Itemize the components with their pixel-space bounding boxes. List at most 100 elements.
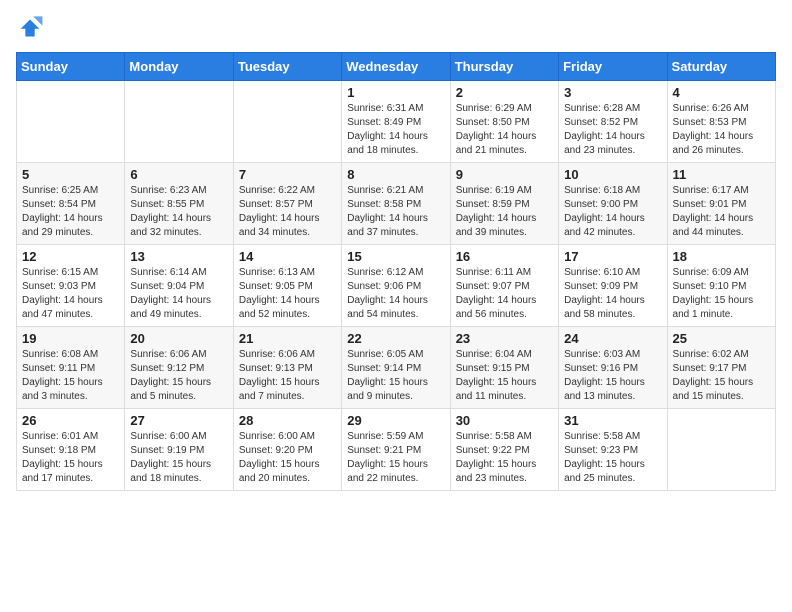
day-info: Sunrise: 5:58 AM Sunset: 9:23 PM Dayligh…	[564, 430, 661, 486]
day-number: 13	[130, 249, 227, 264]
day-number: 23	[456, 331, 553, 346]
day-info: Sunrise: 6:08 AM Sunset: 9:11 PM Dayligh…	[22, 348, 119, 404]
calendar-cell: 22Sunrise: 6:05 AM Sunset: 9:14 PM Dayli…	[342, 327, 450, 409]
day-info: Sunrise: 6:23 AM Sunset: 8:55 PM Dayligh…	[130, 184, 227, 240]
day-number: 20	[130, 331, 227, 346]
day-number: 31	[564, 413, 661, 428]
day-info: Sunrise: 6:14 AM Sunset: 9:04 PM Dayligh…	[130, 266, 227, 322]
day-info: Sunrise: 6:26 AM Sunset: 8:53 PM Dayligh…	[673, 102, 770, 158]
calendar-week-row: 19 Sunrise: 6:08 AM Sunset: 9:11 PM Dayli…	[17, 327, 776, 409]
calendar-week-row: 26 Sunrise: 6:01 AM Sunset: 9:18 PM Dayli…	[17, 409, 776, 491]
calendar-cell: 12 Sunrise: 6:15 AM Sunset: 9:03 PM Dayli…	[17, 245, 125, 327]
day-info: Sunrise: 6:06 AM Sunset: 9:13 PM Dayligh…	[239, 348, 336, 404]
day-info: Sunrise: 6:29 AM Sunset: 8:50 PM Dayligh…	[456, 102, 553, 158]
calendar-cell: 26 Sunrise: 6:01 AM Sunset: 9:18 PM Dayli…	[17, 409, 125, 491]
day-info: Sunrise: 6:02 AM Sunset: 9:17 PM Dayligh…	[673, 348, 770, 404]
day-number: 22	[347, 331, 444, 346]
calendar-cell: 18 Sunrise: 6:09 AM Sunset: 9:10 PM Dayli…	[667, 245, 775, 327]
calendar-cell: 20 Sunrise: 6:06 AM Sunset: 9:12 PM Dayli…	[125, 327, 233, 409]
calendar-cell	[17, 81, 125, 163]
day-header-tuesday: Tuesday	[233, 53, 341, 81]
day-number: 26	[22, 413, 119, 428]
day-info: Sunrise: 6:17 AM Sunset: 9:01 PM Dayligh…	[673, 184, 770, 240]
logo-icon	[16, 16, 44, 40]
calendar-cell: 4 Sunrise: 6:26 AM Sunset: 8:53 PM Daylig…	[667, 81, 775, 163]
calendar-cell: 30 Sunrise: 5:58 AM Sunset: 9:22 PM Dayli…	[450, 409, 558, 491]
day-number: 9	[456, 167, 553, 182]
calendar-week-row: 1 Sunrise: 6:31 AM Sunset: 8:49 PM Daylig…	[17, 81, 776, 163]
day-number: 28	[239, 413, 336, 428]
calendar-cell: 21 Sunrise: 6:06 AM Sunset: 9:13 PM Dayli…	[233, 327, 341, 409]
day-number: 15	[347, 249, 444, 264]
calendar-cell: 10 Sunrise: 6:18 AM Sunset: 9:00 PM Dayli…	[559, 163, 667, 245]
day-number: 8	[347, 167, 444, 182]
day-number: 18	[673, 249, 770, 264]
day-number: 14	[239, 249, 336, 264]
day-number: 7	[239, 167, 336, 182]
day-info: Sunrise: 6:13 AM Sunset: 9:05 PM Dayligh…	[239, 266, 336, 322]
day-info: Sunrise: 6:31 AM Sunset: 8:49 PM Dayligh…	[347, 102, 444, 158]
day-number: 11	[673, 167, 770, 182]
day-number: 19	[22, 331, 119, 346]
day-header-friday: Friday	[559, 53, 667, 81]
day-info: Sunrise: 5:58 AM Sunset: 9:22 PM Dayligh…	[456, 430, 553, 486]
day-number: 30	[456, 413, 553, 428]
calendar-cell: 25 Sunrise: 6:02 AM Sunset: 9:17 PM Dayli…	[667, 327, 775, 409]
calendar-cell: 9Sunrise: 6:19 AM Sunset: 8:59 PM Daylig…	[450, 163, 558, 245]
calendar-cell: 23Sunrise: 6:04 AM Sunset: 9:15 PM Dayli…	[450, 327, 558, 409]
day-number: 21	[239, 331, 336, 346]
day-info: Sunrise: 6:18 AM Sunset: 9:00 PM Dayligh…	[564, 184, 661, 240]
calendar-header-row: SundayMondayTuesdayWednesdayThursdayFrid…	[17, 53, 776, 81]
calendar-cell: 2Sunrise: 6:29 AM Sunset: 8:50 PM Daylig…	[450, 81, 558, 163]
day-number: 6	[130, 167, 227, 182]
day-number: 1	[347, 85, 444, 100]
calendar-cell: 1 Sunrise: 6:31 AM Sunset: 8:49 PM Daylig…	[342, 81, 450, 163]
day-header-wednesday: Wednesday	[342, 53, 450, 81]
day-number: 27	[130, 413, 227, 428]
calendar-cell	[667, 409, 775, 491]
day-number: 25	[673, 331, 770, 346]
page-header	[16, 16, 776, 40]
calendar-cell: 31 Sunrise: 5:58 AM Sunset: 9:23 PM Dayli…	[559, 409, 667, 491]
day-info: Sunrise: 6:03 AM Sunset: 9:16 PM Dayligh…	[564, 348, 661, 404]
day-info: Sunrise: 6:25 AM Sunset: 8:54 PM Dayligh…	[22, 184, 119, 240]
day-header-monday: Monday	[125, 53, 233, 81]
day-info: Sunrise: 6:10 AM Sunset: 9:09 PM Dayligh…	[564, 266, 661, 322]
calendar-cell	[233, 81, 341, 163]
calendar-cell: 28 Sunrise: 6:00 AM Sunset: 9:20 PM Dayli…	[233, 409, 341, 491]
calendar-cell: 8 Sunrise: 6:21 AM Sunset: 8:58 PM Daylig…	[342, 163, 450, 245]
calendar-table: SundayMondayTuesdayWednesdayThursdayFrid…	[16, 52, 776, 491]
calendar-cell: 29Sunrise: 5:59 AM Sunset: 9:21 PM Dayli…	[342, 409, 450, 491]
day-info: Sunrise: 6:09 AM Sunset: 9:10 PM Dayligh…	[673, 266, 770, 322]
day-info: Sunrise: 6:06 AM Sunset: 9:12 PM Dayligh…	[130, 348, 227, 404]
day-info: Sunrise: 6:00 AM Sunset: 9:20 PM Dayligh…	[239, 430, 336, 486]
calendar-cell: 14 Sunrise: 6:13 AM Sunset: 9:05 PM Dayli…	[233, 245, 341, 327]
calendar-cell: 27Sunrise: 6:00 AM Sunset: 9:19 PM Dayli…	[125, 409, 233, 491]
day-info: Sunrise: 6:15 AM Sunset: 9:03 PM Dayligh…	[22, 266, 119, 322]
day-number: 17	[564, 249, 661, 264]
day-info: Sunrise: 6:11 AM Sunset: 9:07 PM Dayligh…	[456, 266, 553, 322]
calendar-cell: 5 Sunrise: 6:25 AM Sunset: 8:54 PM Daylig…	[17, 163, 125, 245]
calendar-cell: 15 Sunrise: 6:12 AM Sunset: 9:06 PM Dayli…	[342, 245, 450, 327]
day-number: 16	[456, 249, 553, 264]
calendar-week-row: 5 Sunrise: 6:25 AM Sunset: 8:54 PM Daylig…	[17, 163, 776, 245]
calendar-cell: 13 Sunrise: 6:14 AM Sunset: 9:04 PM Dayli…	[125, 245, 233, 327]
calendar-cell: 24 Sunrise: 6:03 AM Sunset: 9:16 PM Dayli…	[559, 327, 667, 409]
day-header-thursday: Thursday	[450, 53, 558, 81]
calendar-cell: 11 Sunrise: 6:17 AM Sunset: 9:01 PM Dayli…	[667, 163, 775, 245]
day-info: Sunrise: 6:12 AM Sunset: 9:06 PM Dayligh…	[347, 266, 444, 322]
day-number: 24	[564, 331, 661, 346]
day-number: 4	[673, 85, 770, 100]
day-number: 12	[22, 249, 119, 264]
day-header-sunday: Sunday	[17, 53, 125, 81]
day-number: 10	[564, 167, 661, 182]
day-number: 3	[564, 85, 661, 100]
calendar-cell	[125, 81, 233, 163]
day-info: Sunrise: 6:21 AM Sunset: 8:58 PM Dayligh…	[347, 184, 444, 240]
calendar-cell: 7Sunrise: 6:22 AM Sunset: 8:57 PM Daylig…	[233, 163, 341, 245]
day-number: 29	[347, 413, 444, 428]
day-number: 5	[22, 167, 119, 182]
day-header-saturday: Saturday	[667, 53, 775, 81]
calendar-cell: 19 Sunrise: 6:08 AM Sunset: 9:11 PM Dayli…	[17, 327, 125, 409]
day-info: Sunrise: 6:01 AM Sunset: 9:18 PM Dayligh…	[22, 430, 119, 486]
